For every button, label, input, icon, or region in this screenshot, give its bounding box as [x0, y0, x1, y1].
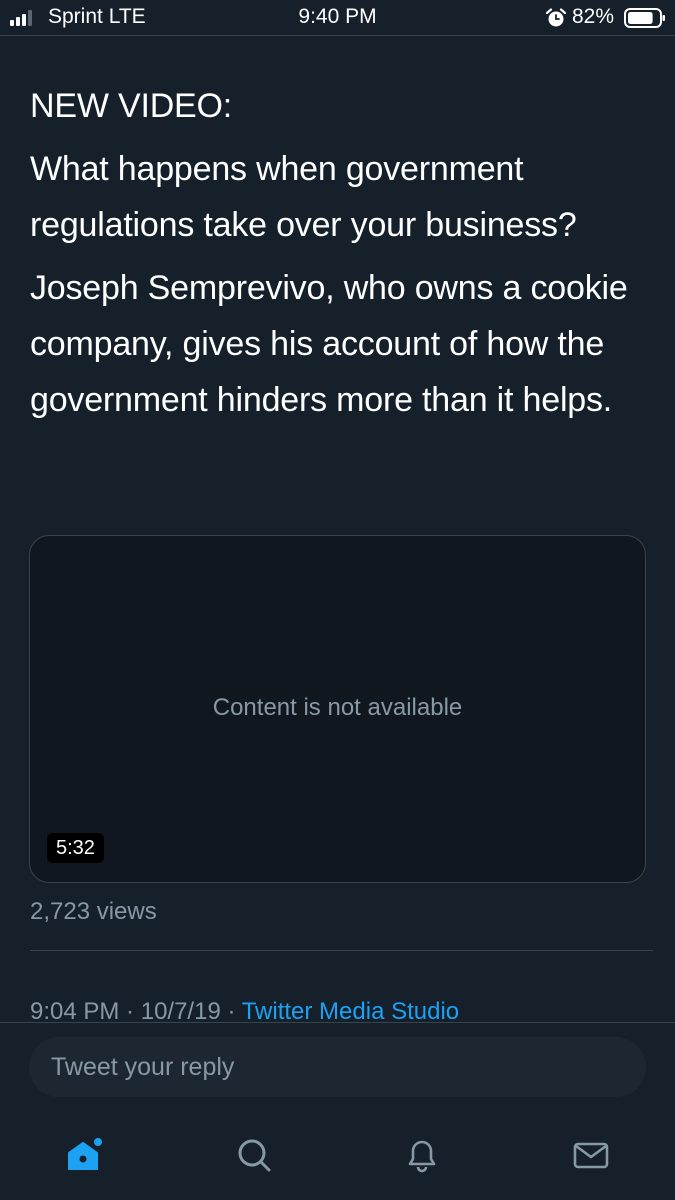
- meta-separator: ·: [119, 998, 141, 1022]
- reply-input[interactable]: Tweet your reply: [29, 1037, 646, 1097]
- tab-notifications[interactable]: [400, 1133, 444, 1177]
- reply-and-tab-bar: Tweet your reply: [0, 1022, 675, 1200]
- home-icon: [68, 1138, 102, 1170]
- view-count: 2,723 views: [30, 898, 157, 925]
- battery-icon: [624, 8, 665, 28]
- meta-separator: ·: [220, 998, 242, 1022]
- mail-icon: [573, 1142, 609, 1169]
- tweet-source-link[interactable]: Twitter Media Studio: [242, 998, 459, 1022]
- tab-search[interactable]: [232, 1133, 276, 1177]
- battery-percentage: 82%: [572, 5, 615, 28]
- alarm-icon: [545, 8, 567, 27]
- tweet-paragraph-2: What happens when government regulations…: [30, 150, 577, 244]
- tweet-paragraph-1: NEW VIDEO:: [30, 87, 233, 125]
- tweet-metadata: 9:04 PM · 10/7/19 · Twitter Media Studio: [30, 998, 459, 1022]
- tweet-time: 9:04 PM: [30, 998, 120, 1022]
- search-icon: [238, 1139, 271, 1172]
- divider: [30, 950, 653, 951]
- tweet-text: NEW VIDEO: What happens when government …: [30, 78, 650, 435]
- tab-messages[interactable]: [569, 1133, 613, 1177]
- tab-home[interactable]: [63, 1133, 107, 1177]
- video-unavailable-message: Content is not available: [212, 694, 463, 721]
- tweet-date: 10/7/19: [140, 998, 221, 1022]
- bell-icon: [408, 1140, 436, 1173]
- video-duration-badge: 5:32: [47, 833, 104, 863]
- video-player[interactable]: Content is not available 5:32: [29, 535, 646, 883]
- tweet-paragraph-3: Joseph Semprevivo, who owns a cookie com…: [30, 269, 628, 419]
- tweet-detail-screen: Sprint LTE 9:40 PM 82% NEW VIDEO: What h…: [0, 0, 675, 1200]
- status-bar: Sprint LTE 9:40 PM 82%: [0, 0, 675, 36]
